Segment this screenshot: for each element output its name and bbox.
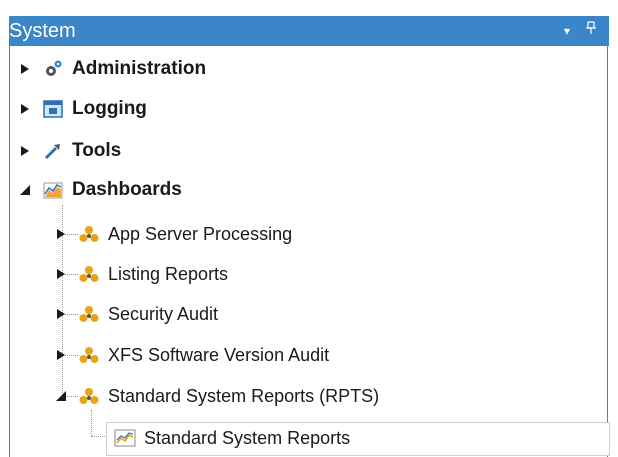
dashboard-chart-icon bbox=[42, 179, 64, 201]
panel-title-bar: System ▾ bbox=[9, 16, 609, 46]
tree-item-standard-system-reports-rpts[interactable]: Standard System Reports (RPTS) bbox=[54, 381, 379, 411]
tree-item-label: App Server Processing bbox=[108, 223, 293, 244]
tree-item-label: Tools bbox=[72, 140, 122, 161]
collapsed-arrow-icon[interactable] bbox=[54, 348, 68, 362]
tree-item-administration[interactable]: Administration bbox=[18, 54, 206, 84]
collapsed-arrow-icon[interactable] bbox=[54, 227, 68, 241]
expanded-arrow-icon[interactable] bbox=[18, 183, 32, 197]
system-panel: System ▾ Administration Logging Tools Da… bbox=[0, 0, 618, 457]
dashboard-group-icon bbox=[78, 385, 100, 407]
collapsed-arrow-icon[interactable] bbox=[54, 307, 68, 321]
dropdown-icon[interactable]: ▾ bbox=[557, 16, 577, 46]
collapsed-arrow-icon[interactable] bbox=[18, 62, 32, 76]
dashboard-group-icon bbox=[78, 263, 100, 285]
tools-icon bbox=[42, 140, 64, 162]
tree-item-label: Standard System Reports bbox=[144, 427, 351, 448]
log-window-icon bbox=[42, 98, 64, 120]
tree-item-label: Logging bbox=[72, 98, 147, 119]
tree-item-label: Standard System Reports (RPTS) bbox=[108, 385, 380, 406]
collapsed-arrow-icon[interactable] bbox=[54, 267, 68, 281]
report-chart-icon bbox=[114, 427, 136, 449]
tree-item-listing-reports[interactable]: Listing Reports bbox=[54, 259, 228, 289]
tree-connector-vertical bbox=[91, 410, 92, 436]
collapsed-arrow-icon[interactable] bbox=[18, 102, 32, 116]
tree-item-logging[interactable]: Logging bbox=[18, 94, 147, 124]
tree-item-label: XFS Software Version Audit bbox=[108, 344, 330, 365]
tree-item-dashboards[interactable]: Dashboards bbox=[18, 175, 182, 205]
dashboard-group-icon bbox=[78, 223, 100, 245]
tree-item-label: Dashboards bbox=[72, 179, 182, 200]
dashboard-group-icon bbox=[78, 303, 100, 325]
panel-title: System bbox=[9, 20, 76, 42]
tree-item-label: Security Audit bbox=[108, 303, 219, 324]
tree-item-tools[interactable]: Tools bbox=[18, 136, 121, 166]
dashboard-group-icon bbox=[78, 344, 100, 366]
tree-item-app-server-processing[interactable]: App Server Processing bbox=[54, 219, 292, 249]
tree-item-label: Listing Reports bbox=[108, 263, 229, 284]
collapsed-arrow-icon[interactable] bbox=[18, 144, 32, 158]
tree-item-standard-system-reports[interactable]: Standard System Reports bbox=[114, 423, 350, 453]
tree-item-xfs-software-version-audit[interactable]: XFS Software Version Audit bbox=[54, 340, 329, 370]
tree-item-label: Administration bbox=[72, 58, 207, 79]
gears-icon bbox=[42, 58, 64, 80]
tree-item-security-audit[interactable]: Security Audit bbox=[54, 299, 218, 329]
expanded-arrow-icon[interactable] bbox=[54, 389, 68, 403]
pin-icon[interactable] bbox=[581, 16, 601, 46]
